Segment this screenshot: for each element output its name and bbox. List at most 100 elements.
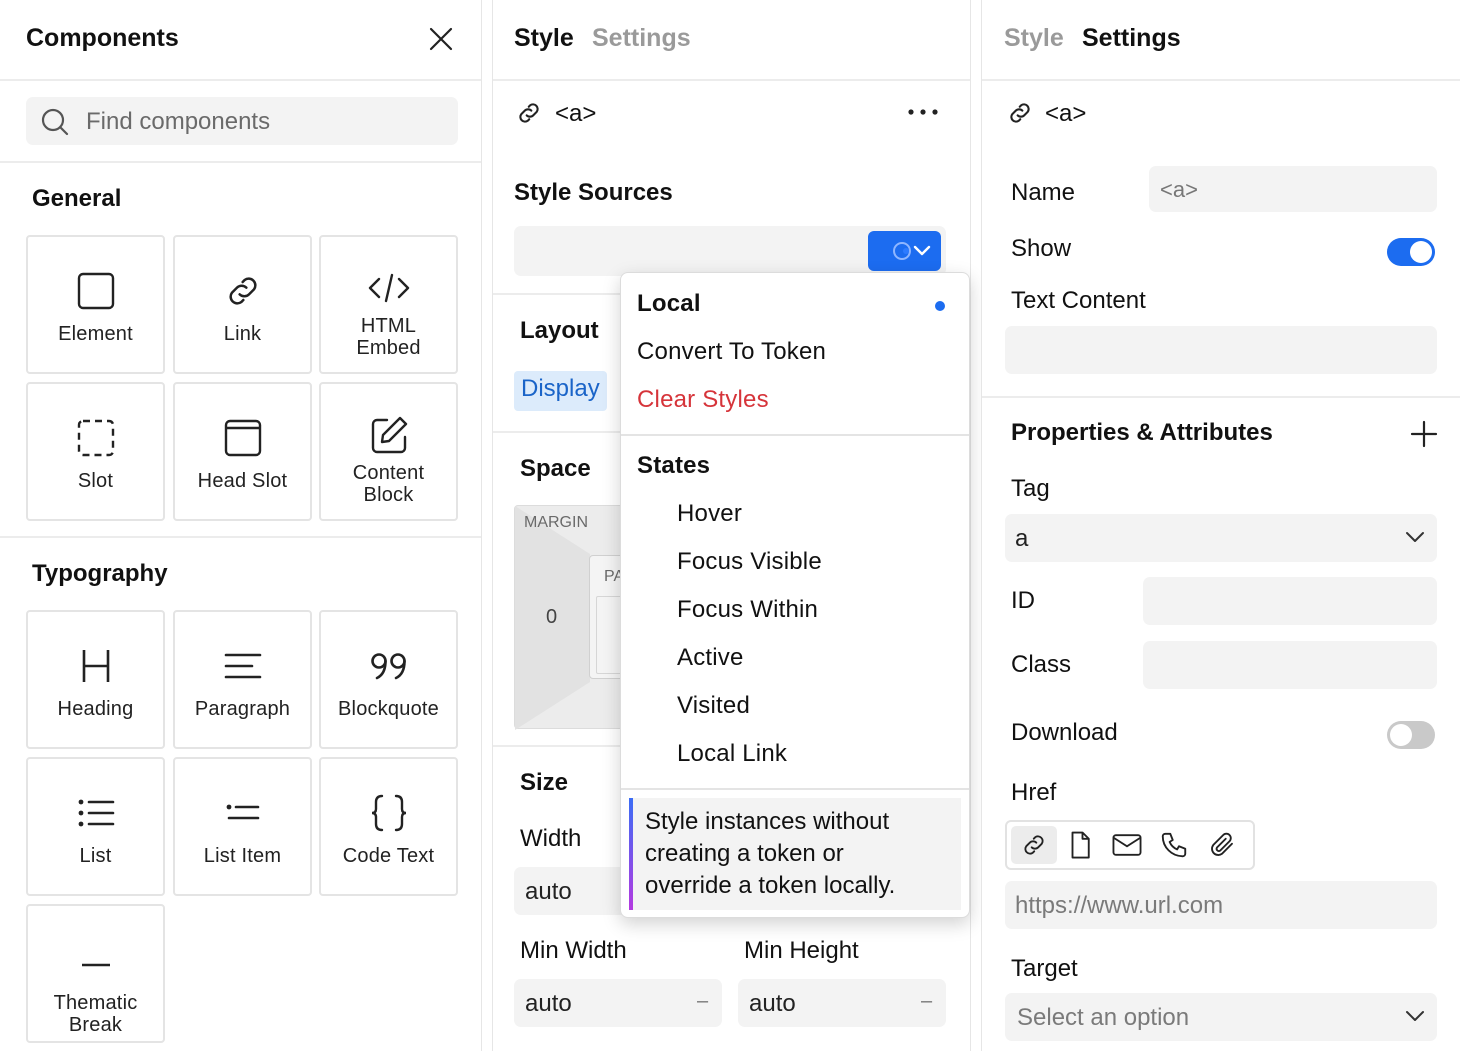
components-panel: Components Find components General Eleme…	[0, 0, 482, 1051]
component-html-embed[interactable]: HTML Embed	[319, 235, 458, 374]
menu-item-state[interactable]: Active	[677, 644, 744, 672]
download-label: Download	[1011, 719, 1118, 746]
tile-label: Blockquote	[338, 698, 439, 720]
component-paragraph[interactable]: Paragraph	[173, 610, 312, 749]
tag-value: a	[1015, 525, 1029, 552]
heading-icon	[78, 644, 114, 688]
href-input[interactable]: https://www.url.com	[1005, 881, 1437, 929]
divider	[0, 79, 481, 81]
local-source-button[interactable]	[868, 231, 941, 271]
tab-settings[interactable]: Settings	[592, 24, 691, 53]
menu-item-local[interactable]: Local	[637, 290, 701, 318]
hint-line: Style instances without	[645, 808, 890, 835]
more-options-icon[interactable]	[903, 100, 943, 124]
attachment-icon[interactable]	[1207, 830, 1237, 865]
component-link[interactable]: Link	[173, 235, 312, 374]
tab-settings[interactable]: Settings	[1082, 24, 1181, 53]
component-heading[interactable]: Heading	[26, 610, 165, 749]
tile-label: Code Text	[342, 845, 435, 867]
component-blockquote[interactable]: Blockquote	[319, 610, 458, 749]
min-width-label: Min Width	[520, 937, 627, 964]
style-source-menu: Local Convert To Token Clear Styles Stat…	[620, 272, 970, 918]
toggle-knob	[1410, 241, 1432, 263]
show-label: Show	[1011, 235, 1072, 262]
general-section-title: General	[32, 185, 122, 212]
menu-hint-box: Style instances without creating a token…	[629, 798, 961, 910]
min-height-label: Min Height	[744, 937, 859, 964]
divider	[982, 79, 1460, 81]
component-code-text[interactable]: Code Text	[319, 757, 458, 896]
tab-style[interactable]: Style	[514, 24, 574, 53]
id-input[interactable]	[1143, 577, 1437, 625]
menu-item-state[interactable]: Hover	[677, 500, 742, 528]
menu-item-convert-to-token[interactable]: Convert To Token	[637, 338, 826, 366]
layout-section-title: Layout	[520, 317, 599, 344]
page-icon[interactable]	[1065, 830, 1095, 865]
element-tag: <a>	[555, 100, 597, 127]
show-toggle[interactable]	[1387, 238, 1435, 266]
target-select[interactable]: Select an option	[1005, 993, 1437, 1041]
square-icon	[76, 269, 116, 313]
search-placeholder: Find components	[86, 108, 271, 135]
toggle-knob	[1390, 724, 1412, 746]
link-icon	[515, 99, 543, 132]
component-element[interactable]: Element	[26, 235, 165, 374]
menu-states-title: States	[637, 452, 711, 479]
component-search-input[interactable]: Find components	[26, 97, 458, 145]
properties-title: Properties & Attributes	[1011, 419, 1273, 446]
href-type-toggle-group	[1005, 820, 1255, 870]
class-input[interactable]	[1143, 641, 1437, 689]
menu-item-state[interactable]: Focus Within	[677, 596, 818, 624]
tile-label: Element	[58, 323, 133, 345]
menu-item-state[interactable]: Focus Visible	[677, 548, 822, 576]
text-content-input[interactable]	[1005, 326, 1437, 374]
width-value: auto	[525, 878, 572, 905]
search-icon	[40, 107, 70, 142]
component-content-block[interactable]: Content Block	[319, 382, 458, 521]
margin-left-value[interactable]: 0	[546, 606, 557, 629]
url-link-icon[interactable]	[1011, 826, 1057, 864]
component-slot[interactable]: Slot	[26, 382, 165, 521]
tile-label: Slot	[77, 470, 114, 492]
list-item-icon	[223, 791, 263, 835]
menu-item-clear-styles[interactable]: Clear Styles	[637, 386, 769, 414]
components-title: Components	[26, 24, 179, 52]
quote-icon	[369, 644, 409, 688]
chevron-down-icon	[1405, 530, 1425, 549]
name-placeholder: <a>	[1160, 177, 1198, 202]
link-icon	[223, 269, 263, 313]
divider	[0, 161, 481, 163]
target-label: Target	[1011, 955, 1078, 982]
component-thematic-break[interactable]: Thematic Break	[26, 904, 165, 1043]
list-icon	[76, 791, 116, 835]
component-list-item[interactable]: List Item	[173, 757, 312, 896]
tile-label: Content Block	[352, 462, 425, 506]
tag-select[interactable]: a	[1005, 514, 1437, 562]
href-placeholder: https://www.url.com	[1015, 892, 1224, 919]
menu-item-state[interactable]: Visited	[677, 692, 750, 720]
selected-dot-icon	[935, 301, 945, 311]
close-icon[interactable]	[428, 26, 454, 52]
min-width-value: auto	[525, 990, 572, 1017]
tile-label: Link	[223, 323, 262, 345]
tab-style[interactable]: Style	[1004, 24, 1064, 53]
download-toggle[interactable]	[1387, 721, 1435, 749]
tile-label: List	[79, 845, 112, 867]
hint-text: Style instances without creating a token…	[645, 806, 895, 902]
component-list[interactable]: List	[26, 757, 165, 896]
menu-item-state[interactable]: Local Link	[677, 740, 787, 768]
component-head-slot[interactable]: Head Slot	[173, 382, 312, 521]
min-height-input[interactable]: auto –	[738, 979, 946, 1027]
tile-label: Heading	[57, 698, 134, 720]
tag-label: Tag	[1011, 475, 1050, 502]
divider	[0, 536, 481, 538]
phone-icon[interactable]	[1159, 830, 1189, 865]
display-property-label[interactable]: Display	[514, 371, 607, 411]
tile-label: Thematic Break	[53, 992, 138, 1036]
add-icon[interactable]	[1410, 420, 1438, 453]
min-width-input[interactable]: auto –	[514, 979, 722, 1027]
name-input[interactable]: <a>	[1149, 166, 1437, 212]
id-label: ID	[1011, 587, 1035, 614]
edit-icon	[369, 416, 409, 454]
email-icon[interactable]	[1111, 830, 1143, 865]
